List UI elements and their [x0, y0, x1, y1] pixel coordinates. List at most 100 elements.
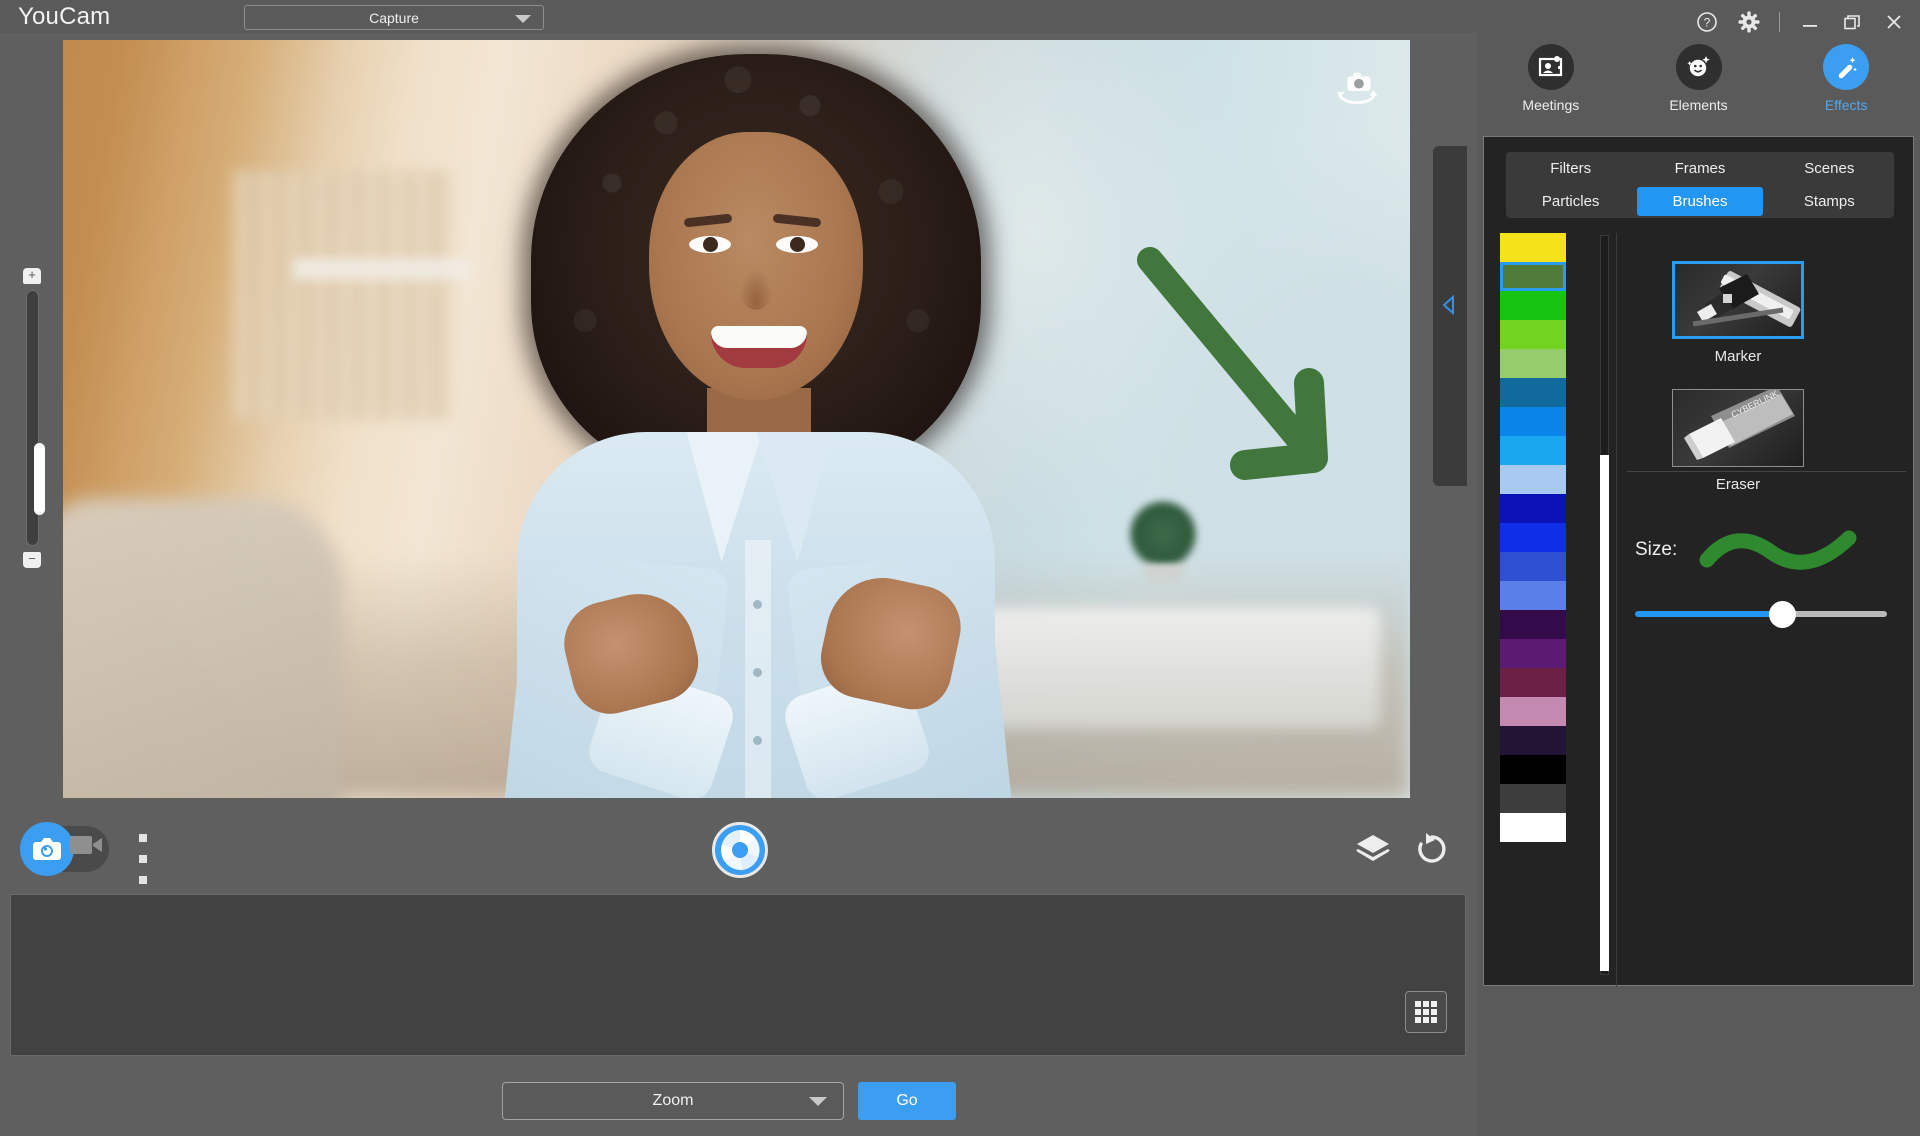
color-swatch[interactable] — [1500, 262, 1566, 291]
captured-media-gallery[interactable] — [10, 894, 1466, 1056]
color-swatch[interactable] — [1500, 291, 1566, 320]
brushes-pane: Marker CYBERLINK Eraser Size: — [1484, 233, 1915, 987]
tool-eraser[interactable]: CYBERLINK Eraser — [1672, 389, 1804, 493]
photo-mode-button[interactable] — [20, 822, 74, 876]
grid-icon — [1415, 1001, 1437, 1023]
tab-stamps[interactable]: Stamps — [1767, 187, 1892, 216]
more-options-button[interactable] — [139, 834, 149, 884]
bottom-bar: Zoom Go — [0, 1068, 1477, 1136]
color-swatch[interactable] — [1500, 465, 1566, 494]
window-controls: ? — [1695, 8, 1906, 36]
slider-filled-track — [1635, 611, 1783, 617]
gear-icon — [1738, 11, 1760, 33]
capture-mode-value: Capture — [369, 9, 419, 26]
eraser-icon: CYBERLINK — [1672, 389, 1804, 467]
layers-button[interactable] — [1355, 832, 1391, 866]
help-button[interactable]: ? — [1695, 10, 1719, 34]
effects-tab-bar: Filters Frames Scenes Particles Brushes … — [1506, 152, 1894, 218]
undo-button[interactable] — [1414, 830, 1450, 866]
color-swatch[interactable] — [1500, 523, 1566, 552]
shutter-button[interactable] — [712, 822, 768, 878]
youcam-window: YouCam Capture + − Zoom Go ? Meetings El… — [0, 0, 1920, 1136]
tab-brushes[interactable]: Brushes — [1637, 187, 1763, 216]
shirt-button — [752, 736, 762, 745]
color-swatch[interactable] — [1500, 726, 1566, 755]
flip-camera-icon[interactable] — [1328, 66, 1386, 114]
collapse-panel-button[interactable] — [1438, 285, 1460, 325]
color-swatch[interactable] — [1500, 407, 1566, 436]
nav-tab-label: Effects — [1824, 97, 1868, 113]
grid-view-button[interactable] — [1405, 991, 1447, 1033]
nose — [738, 268, 773, 310]
zoom-slider-thumb[interactable] — [34, 443, 45, 515]
zoom-action-value: Zoom — [652, 1092, 694, 1109]
more-vertical-icon — [139, 876, 147, 884]
brush-size-preview — [1699, 530, 1857, 570]
color-swatch[interactable] — [1500, 755, 1566, 784]
color-swatch[interactable] — [1500, 436, 1566, 465]
meetings-icon — [1527, 44, 1574, 90]
sofa-blur — [63, 498, 343, 798]
color-swatch[interactable] — [1500, 639, 1566, 668]
divider — [1627, 471, 1906, 472]
tool-marker[interactable]: Marker — [1672, 261, 1804, 365]
chevron-left-icon — [1442, 295, 1454, 315]
color-swatch[interactable] — [1500, 813, 1566, 842]
marker-pen-icon — [1672, 261, 1804, 339]
color-swatch[interactable] — [1500, 552, 1566, 581]
magic-wand-icon — [1823, 44, 1870, 90]
color-swatch[interactable] — [1500, 378, 1566, 407]
elements-sparkle-icon — [1675, 44, 1722, 90]
restore-button[interactable] — [1840, 10, 1864, 34]
settings-button[interactable] — [1737, 10, 1761, 34]
more-vertical-icon — [139, 834, 147, 842]
color-swatch[interactable] — [1500, 784, 1566, 813]
preview-zoom-slider[interactable]: + − — [20, 268, 45, 568]
nav-tab-meetings[interactable]: Meetings — [1477, 44, 1625, 128]
zoom-action-select[interactable]: Zoom — [502, 1082, 844, 1120]
color-swatch[interactable] — [1500, 697, 1566, 726]
color-swatch[interactable] — [1500, 494, 1566, 523]
capture-mode-select[interactable]: Capture — [244, 5, 544, 30]
tab-filters[interactable]: Filters — [1508, 154, 1633, 183]
divider — [1779, 12, 1780, 32]
color-swatch[interactable] — [1500, 581, 1566, 610]
right-panel: ? Meetings Elements Effects Filters Fram… — [1433, 0, 1920, 1136]
tab-particles[interactable]: Particles — [1508, 187, 1633, 216]
color-swatch[interactable] — [1500, 668, 1566, 697]
tab-frames[interactable]: Frames — [1637, 154, 1762, 183]
slider-knob[interactable] — [1769, 601, 1796, 628]
color-palette[interactable] — [1500, 233, 1566, 842]
tab-scenes[interactable]: Scenes — [1767, 154, 1892, 183]
color-swatch[interactable] — [1500, 610, 1566, 639]
nav-tab-elements[interactable]: Elements — [1625, 44, 1773, 128]
effects-panel: Filters Frames Scenes Particles Brushes … — [1483, 136, 1915, 987]
zoom-in-button[interactable]: + — [23, 268, 41, 284]
zoom-slider-track[interactable] — [26, 290, 45, 546]
close-button[interactable] — [1882, 10, 1906, 34]
color-swatch[interactable] — [1500, 233, 1566, 262]
color-swatch[interactable] — [1500, 320, 1566, 349]
brush-size-row: Size: — [1617, 515, 1916, 585]
minimize-button[interactable] — [1798, 10, 1822, 34]
size-label: Size: — [1635, 539, 1678, 560]
zoom-out-button[interactable]: − — [23, 552, 41, 568]
chevron-down-icon — [515, 15, 531, 23]
video-preview[interactable] — [63, 40, 1410, 798]
plant-blur — [1126, 499, 1200, 563]
marker-glyph — [1692, 271, 1801, 327]
close-icon — [1887, 15, 1901, 29]
nav-tab-effects[interactable]: Effects — [1772, 44, 1920, 128]
go-button[interactable]: Go — [858, 1082, 956, 1120]
capture-controls — [0, 808, 1477, 892]
brush-size-slider[interactable] — [1635, 601, 1887, 628]
palette-scrollbar-thumb[interactable] — [1600, 455, 1609, 971]
video-camera-icon[interactable] — [70, 833, 103, 857]
pupil-right — [789, 237, 805, 252]
pupil-left — [702, 237, 718, 252]
camera-icon — [33, 838, 61, 860]
color-swatch[interactable] — [1500, 349, 1566, 378]
tool-label: Marker — [1714, 348, 1762, 365]
tool-label: Eraser — [1715, 476, 1761, 493]
more-vertical-icon — [139, 855, 147, 863]
